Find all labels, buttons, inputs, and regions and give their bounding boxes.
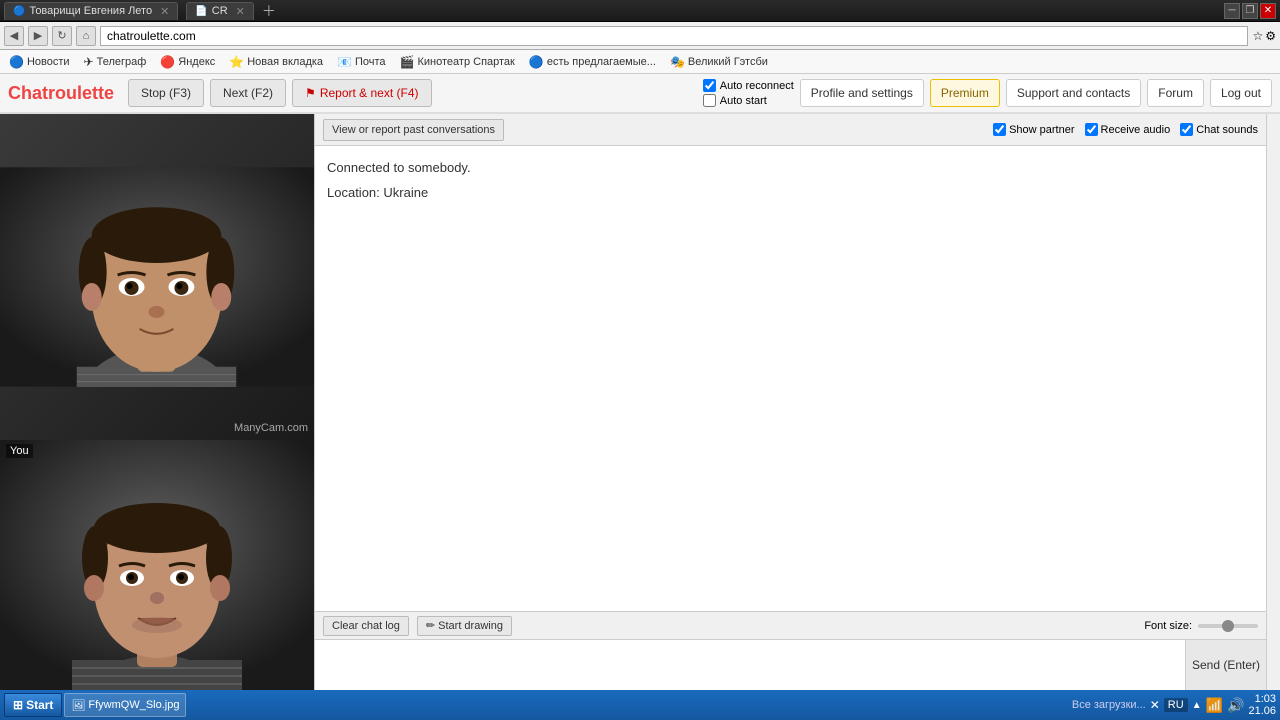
bookmark-news[interactable]: 🔵 Новости — [4, 54, 75, 70]
refresh-button[interactable]: ↻ — [52, 26, 72, 46]
minimize-button[interactable]: ─ — [1224, 3, 1240, 19]
forum-button[interactable]: Forum — [1147, 79, 1204, 107]
chat-input[interactable] — [315, 640, 1186, 690]
show-partner-option[interactable]: Show partner — [993, 123, 1074, 136]
forward-button[interactable]: ▶ — [28, 26, 48, 46]
back-button[interactable]: ◀ — [4, 26, 24, 46]
stop-button[interactable]: Stop (F3) — [128, 79, 204, 107]
local-video: You — [0, 440, 314, 690]
tools-icon[interactable]: ⚙ — [1265, 29, 1276, 43]
chat-sounds-checkbox[interactable] — [1180, 123, 1193, 136]
flag-icon: ⚑ — [305, 86, 316, 100]
bookmark-news-icon: 🔵 — [9, 55, 24, 69]
bookmark-telegraph[interactable]: ✈ Телеграф — [79, 54, 152, 70]
taskbar: ⊞ Start 🖼 FfywmQW_Slo.jpg Все загрузки..… — [0, 690, 1280, 720]
close-tab-2-icon[interactable]: ✕ — [236, 5, 245, 18]
remote-video-feed — [0, 167, 314, 387]
bookmark-newtab-icon: ⭐ — [229, 55, 244, 69]
auto-reconnect-option[interactable]: Auto reconnect — [703, 79, 794, 92]
locale-indicator[interactable]: RU — [1164, 698, 1188, 712]
windows-icon: ⊞ — [13, 698, 23, 712]
remote-video: ManyCam.com — [0, 114, 314, 440]
bookmarks-bar: 🔵 Новости ✈ Телеграф 🔴 Яндекс ⭐ Новая вк… — [0, 50, 1280, 74]
send-button[interactable]: Send (Enter) — [1186, 640, 1266, 690]
app-header: Chatroulette Stop (F3) Next (F2) ⚑ Repor… — [0, 74, 1280, 114]
manycam-watermark: ManyCam.com — [234, 422, 308, 434]
chat-input-row: Send (Enter) — [315, 640, 1266, 690]
window-controls: ─ ❐ ✕ — [1224, 3, 1276, 19]
chat-messages: Connected to somebody. Location: Ukraine — [315, 146, 1266, 611]
close-tab-1-icon[interactable]: ✕ — [160, 5, 169, 18]
scroll-indicator[interactable] — [1266, 114, 1280, 690]
app-logo: Chatroulette — [8, 83, 114, 104]
bookmark-suggested-icon: 🔵 — [529, 55, 544, 69]
local-video-feed — [0, 440, 314, 690]
location-message: Location: Ukraine — [327, 183, 1254, 204]
browser-tab-2[interactable]: 📄 CR ✕ — [186, 2, 254, 20]
browser-tab-1[interactable]: 🔵 Товарищи Евгения Лето ✕ — [4, 2, 178, 20]
font-size-control: Font size: — [1144, 620, 1258, 632]
address-icons: ☆ ⚙ — [1252, 29, 1276, 43]
address-input[interactable] — [100, 26, 1248, 46]
premium-button[interactable]: Premium — [930, 79, 1000, 107]
volume-icon[interactable]: 🔊 — [1227, 697, 1244, 714]
start-button[interactable]: ⊞ Start — [4, 693, 62, 717]
taskbar-system-tray: Все загрузки... ✕ RU ▲ 📶 🔊 1:03 21.06 — [1072, 693, 1276, 717]
taskbar-file-item[interactable]: 🖼 FfywmQW_Slo.jpg — [64, 693, 186, 717]
show-hidden-icons[interactable]: ▲ — [1192, 700, 1202, 711]
report-button[interactable]: ⚑ Report & next (F4) — [292, 79, 431, 107]
connected-message: Connected to somebody. — [327, 158, 1254, 179]
bookmark-cinema[interactable]: 🎬 Кинотеатр Спартак — [395, 54, 520, 70]
star-icon[interactable]: ☆ — [1252, 29, 1263, 43]
bookmark-yandex[interactable]: 🔴 Яндекс — [155, 54, 220, 70]
bookmark-mail[interactable]: 📧 Почта — [332, 54, 391, 70]
system-clock: 1:03 21.06 — [1248, 693, 1276, 717]
chat-actions: Clear chat log ✏ Start drawing Font size… — [315, 612, 1266, 640]
bookmark-mail-icon: 📧 — [337, 55, 352, 69]
remote-video-content — [0, 114, 314, 440]
font-size-thumb — [1222, 620, 1234, 632]
auto-start-option[interactable]: Auto start — [703, 94, 794, 107]
chat-panel: View or report past conversations Show p… — [315, 114, 1266, 690]
file-icon: 🖼 — [71, 699, 85, 712]
chat-options: Show partner Receive audio Chat sounds — [993, 123, 1258, 136]
bookmark-gatsby[interactable]: 🎭 Великий Гэтсби — [665, 54, 773, 70]
close-tray-icon[interactable]: ✕ — [1150, 698, 1160, 712]
bookmark-suggested[interactable]: 🔵 есть предлагаемые... — [524, 54, 661, 70]
bookmark-cinema-icon: 🎬 — [400, 55, 415, 69]
chat-toolbar: View or report past conversations Show p… — [315, 114, 1266, 146]
main-content: ManyCam.com You — [0, 114, 1280, 690]
logout-button[interactable]: Log out — [1210, 79, 1272, 107]
next-button[interactable]: Next (F2) — [210, 79, 286, 107]
font-size-slider[interactable] — [1198, 624, 1258, 628]
auto-reconnect-checkbox[interactable] — [703, 79, 716, 92]
title-bar-left: 🔵 Товарищи Евгения Лето ✕ 📄 CR ✕ ＋ — [4, 1, 1224, 21]
view-past-button[interactable]: View or report past conversations — [323, 119, 504, 141]
bookmark-telegraph-icon: ✈ — [84, 55, 94, 69]
chat-bottom: Clear chat log ✏ Start drawing Font size… — [315, 611, 1266, 690]
close-button[interactable]: ✕ — [1260, 3, 1276, 19]
chat-sounds-option[interactable]: Chat sounds — [1180, 123, 1258, 136]
support-button[interactable]: Support and contacts — [1006, 79, 1141, 107]
title-bar: 🔵 Товарищи Евгения Лето ✕ 📄 CR ✕ ＋ ─ ❐ ✕ — [0, 0, 1280, 22]
network-icon: 📶 — [1206, 697, 1223, 714]
auto-options: Auto reconnect Auto start — [703, 79, 794, 107]
address-bar: ◀ ▶ ↻ ⌂ ☆ ⚙ — [0, 22, 1280, 50]
home-button[interactable]: ⌂ — [76, 26, 96, 46]
auto-start-checkbox[interactable] — [703, 94, 716, 107]
show-partner-checkbox[interactable] — [993, 123, 1006, 136]
start-drawing-button[interactable]: ✏ Start drawing — [417, 616, 512, 636]
restore-button[interactable]: ❐ — [1242, 3, 1258, 19]
receive-audio-checkbox[interactable] — [1085, 123, 1098, 136]
bookmark-newtab[interactable]: ⭐ Новая вкладка — [224, 54, 328, 70]
new-tab-icon[interactable]: ＋ — [262, 1, 276, 21]
clear-chat-button[interactable]: Clear chat log — [323, 616, 409, 636]
bookmark-gatsby-icon: 🎭 — [670, 55, 685, 69]
video-panel: ManyCam.com You — [0, 114, 315, 690]
profile-button[interactable]: Profile and settings — [800, 79, 924, 107]
receive-audio-option[interactable]: Receive audio — [1085, 123, 1171, 136]
you-label: You — [6, 444, 33, 458]
bookmark-yandex-icon: 🔴 — [160, 55, 175, 69]
